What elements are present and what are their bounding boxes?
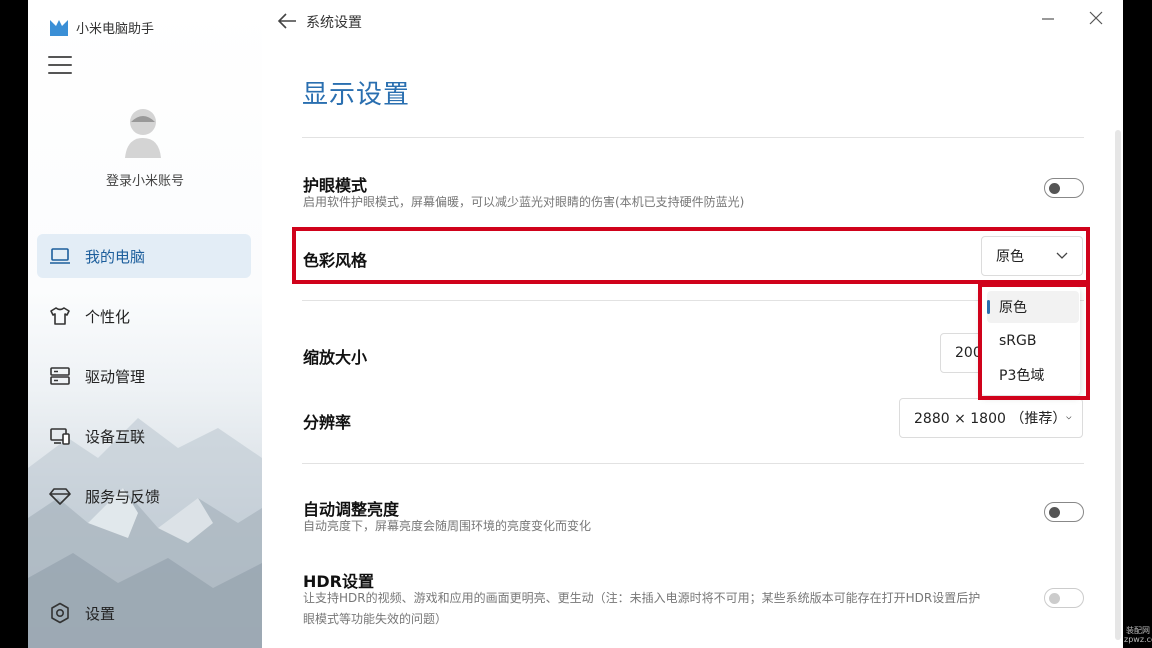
app-title-bar: 小米电脑助手 (50, 18, 154, 37)
resolution-select[interactable]: 2880 × 1800 （推荐） (899, 398, 1083, 438)
divider (302, 137, 1084, 138)
hamburger-menu-icon[interactable] (48, 56, 72, 74)
nav-item-personalize[interactable]: 个性化 (37, 294, 251, 338)
watermark-line2: zpwz.com (1124, 635, 1152, 644)
eye-protection-toggle[interactable] (1044, 178, 1084, 198)
divider (302, 300, 1084, 301)
tshirt-icon (49, 305, 71, 327)
watermark-line1: 装配网 (1126, 626, 1150, 635)
back-arrow-icon[interactable] (276, 10, 298, 32)
auto-brightness-toggle[interactable] (1044, 502, 1084, 522)
nav-item-label: 服务与反馈 (85, 487, 161, 506)
resolution-label: 分辨率 (303, 413, 352, 432)
minimize-icon[interactable] (1040, 8, 1056, 28)
nav-item-my-pc[interactable]: 我的电脑 (37, 234, 251, 278)
nav-item-device-connect[interactable]: 设备互联 (37, 414, 251, 458)
devices-icon (49, 425, 71, 447)
close-icon[interactable] (1088, 10, 1104, 26)
nav-item-label: 我的电脑 (85, 247, 146, 266)
watermark: 装配网 zpwz.com (1124, 626, 1152, 644)
divider (302, 463, 1084, 464)
app-window: 小米电脑助手 登录小米账号 我的电脑 个性化 驱动管理 设备互联 服务与反馈 设… (28, 0, 1123, 648)
login-link[interactable]: 登录小米账号 (28, 170, 262, 189)
nav-item-label: 个性化 (85, 307, 131, 326)
highlight-box-color-style (292, 227, 1090, 284)
hdr-toggle[interactable] (1044, 588, 1084, 608)
nav-item-label: 设置 (85, 604, 116, 623)
sidebar: 小米电脑助手 登录小米账号 我的电脑 个性化 驱动管理 设备互联 服务与反馈 设… (28, 0, 262, 648)
gear-icon (49, 602, 71, 624)
nav-item-label: 驱动管理 (85, 367, 146, 386)
scrollbar[interactable] (1115, 130, 1121, 640)
hdr-desc-line1: 让支持HDR的视频、游戏和应用的画面更明亮、更生动（注：未插入电源时将不可用；某… (303, 591, 981, 605)
avatar-icon[interactable] (125, 106, 161, 158)
nav-item-label: 设备互联 (85, 427, 146, 446)
drive-icon (49, 365, 71, 387)
scale-label: 缩放大小 (303, 348, 368, 367)
hdr-desc-line2: 眼模式等功能失效的问题） (303, 612, 448, 626)
nav-item-service-feedback[interactable]: 服务与反馈 (37, 474, 251, 518)
laptop-icon (49, 245, 71, 267)
xiaomi-logo-icon (50, 19, 68, 36)
page-title: 显示设置 (302, 80, 411, 110)
highlight-box-dropdown (978, 283, 1090, 400)
nav-item-settings[interactable]: 设置 (37, 591, 251, 635)
chevron-down-icon (1066, 416, 1072, 420)
nav-item-drivers[interactable]: 驱动管理 (37, 354, 251, 398)
diamond-icon (49, 485, 71, 507)
topbar-title: 系统设置 (306, 15, 362, 31)
resolution-value: 2880 × 1800 （推荐） (914, 411, 1067, 427)
eye-protection-desc: 启用软件护眼模式，屏幕偏暖，可以减少蓝光对眼睛的伤害(本机已支持硬件防蓝光) (303, 195, 745, 209)
auto-brightness-desc: 自动亮度下，屏幕亮度会随周围环境的亮度变化而变化 (303, 519, 592, 533)
app-title: 小米电脑助手 (76, 22, 155, 37)
